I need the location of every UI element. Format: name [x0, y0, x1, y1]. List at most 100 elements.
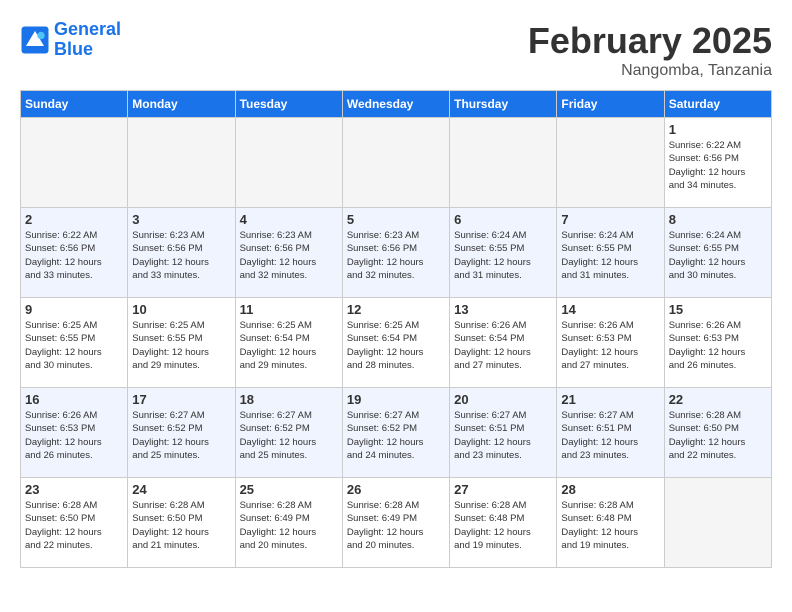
day-number: 22: [669, 392, 767, 407]
day-number: 21: [561, 392, 659, 407]
day-cell: 5Sunrise: 6:23 AM Sunset: 6:56 PM Daylig…: [342, 208, 449, 298]
day-info: Sunrise: 6:28 AM Sunset: 6:48 PM Dayligh…: [561, 499, 659, 552]
week-row-5: 23 Sunrise: 6:28 AM Sunset: 6:50 PM Dayli…: [21, 478, 772, 568]
day-number: 8: [669, 212, 767, 227]
col-header-wednesday: Wednesday: [342, 91, 449, 118]
day-info: Sunrise: 6:27 AM Sunset: 6:52 PM Dayligh…: [347, 409, 445, 462]
day-number: 14: [561, 302, 659, 317]
day-info: Sunrise: 6:23 AM Sunset: 6:56 PM Dayligh…: [132, 229, 230, 282]
day-info: Sunrise: 6:25 AM Sunset: 6:55 PM Dayligh…: [132, 319, 230, 372]
day-info: Sunrise: 6:27 AM Sunset: 6:52 PM Dayligh…: [240, 409, 338, 462]
day-info: Sunrise: 6:26 AM Sunset: 6:54 PM Dayligh…: [454, 319, 552, 372]
day-cell: 27 Sunrise: 6:28 AM Sunset: 6:48 PM Dayli…: [450, 478, 557, 568]
day-info: Sunrise: 6:28 AM Sunset: 6:49 PM Dayligh…: [240, 499, 338, 552]
day-number: 25: [240, 482, 338, 497]
day-cell: [235, 118, 342, 208]
day-number: 17: [132, 392, 230, 407]
day-number: 19: [347, 392, 445, 407]
month-title: February 2025: [528, 20, 772, 62]
day-cell: 28 Sunrise: 6:28 AM Sunset: 6:48 PM Dayli…: [557, 478, 664, 568]
col-header-friday: Friday: [557, 91, 664, 118]
day-info: Sunrise: 6:28 AM Sunset: 6:50 PM Dayligh…: [132, 499, 230, 552]
day-cell: 10 Sunrise: 6:25 AM Sunset: 6:55 PM Dayli…: [128, 298, 235, 388]
calendar-table: SundayMondayTuesdayWednesdayThursdayFrid…: [20, 90, 772, 568]
day-cell: [21, 118, 128, 208]
day-cell: 17 Sunrise: 6:27 AM Sunset: 6:52 PM Dayli…: [128, 388, 235, 478]
day-cell: 26 Sunrise: 6:28 AM Sunset: 6:49 PM Dayli…: [342, 478, 449, 568]
day-info: Sunrise: 6:28 AM Sunset: 6:50 PM Dayligh…: [25, 499, 123, 552]
day-cell: 13 Sunrise: 6:26 AM Sunset: 6:54 PM Dayli…: [450, 298, 557, 388]
week-row-4: 16 Sunrise: 6:26 AM Sunset: 6:53 PM Dayli…: [21, 388, 772, 478]
day-info: Sunrise: 6:27 AM Sunset: 6:51 PM Dayligh…: [561, 409, 659, 462]
day-number: 1: [669, 122, 767, 137]
day-cell: 11Sunrise: 6:25 AM Sunset: 6:54 PM Dayli…: [235, 298, 342, 388]
day-number: 15: [669, 302, 767, 317]
day-info: Sunrise: 6:25 AM Sunset: 6:54 PM Dayligh…: [347, 319, 445, 372]
col-header-thursday: Thursday: [450, 91, 557, 118]
logo-general: General: [54, 19, 121, 39]
week-row-2: 2 Sunrise: 6:22 AM Sunset: 6:56 PM Daylig…: [21, 208, 772, 298]
day-number: 6: [454, 212, 552, 227]
day-info: Sunrise: 6:27 AM Sunset: 6:51 PM Dayligh…: [454, 409, 552, 462]
week-row-1: 1 Sunrise: 6:22 AM Sunset: 6:56 PM Daylig…: [21, 118, 772, 208]
day-cell: 16 Sunrise: 6:26 AM Sunset: 6:53 PM Dayli…: [21, 388, 128, 478]
day-cell: [557, 118, 664, 208]
day-cell: 25 Sunrise: 6:28 AM Sunset: 6:49 PM Dayli…: [235, 478, 342, 568]
day-cell: 8 Sunrise: 6:24 AM Sunset: 6:55 PM Daylig…: [664, 208, 771, 298]
day-number: 3: [132, 212, 230, 227]
day-cell: 23 Sunrise: 6:28 AM Sunset: 6:50 PM Dayli…: [21, 478, 128, 568]
col-header-saturday: Saturday: [664, 91, 771, 118]
day-cell: 9Sunrise: 6:25 AM Sunset: 6:55 PM Daylig…: [21, 298, 128, 388]
day-cell: [342, 118, 449, 208]
day-info: Sunrise: 6:23 AM Sunset: 6:56 PM Dayligh…: [347, 229, 445, 282]
day-cell: 20 Sunrise: 6:27 AM Sunset: 6:51 PM Dayli…: [450, 388, 557, 478]
day-number: 23: [25, 482, 123, 497]
day-cell: 21 Sunrise: 6:27 AM Sunset: 6:51 PM Dayli…: [557, 388, 664, 478]
page-header: General Blue February 2025 Nangomba, Tan…: [20, 20, 772, 80]
day-number: 10: [132, 302, 230, 317]
col-header-monday: Monday: [128, 91, 235, 118]
day-info: Sunrise: 6:24 AM Sunset: 6:55 PM Dayligh…: [669, 229, 767, 282]
day-number: 26: [347, 482, 445, 497]
day-number: 16: [25, 392, 123, 407]
day-cell: 3 Sunrise: 6:23 AM Sunset: 6:56 PM Daylig…: [128, 208, 235, 298]
logo-icon: [20, 25, 50, 55]
day-number: 27: [454, 482, 552, 497]
day-cell: 6 Sunrise: 6:24 AM Sunset: 6:55 PM Daylig…: [450, 208, 557, 298]
day-cell: [664, 478, 771, 568]
day-cell: 22Sunrise: 6:28 AM Sunset: 6:50 PM Dayli…: [664, 388, 771, 478]
day-info: Sunrise: 6:28 AM Sunset: 6:48 PM Dayligh…: [454, 499, 552, 552]
day-info: Sunrise: 6:22 AM Sunset: 6:56 PM Dayligh…: [669, 139, 767, 192]
header-row: SundayMondayTuesdayWednesdayThursdayFrid…: [21, 91, 772, 118]
col-header-tuesday: Tuesday: [235, 91, 342, 118]
week-row-3: 9 Sunrise: 6:25 AM Sunset: 6:55 PM Daylig…: [21, 298, 772, 388]
day-info: Sunrise: 6:28 AM Sunset: 6:49 PM Dayligh…: [347, 499, 445, 552]
logo: General Blue: [20, 20, 121, 60]
day-info: Sunrise: 6:24 AM Sunset: 6:55 PM Dayligh…: [561, 229, 659, 282]
day-cell: 15Sunrise: 6:26 AM Sunset: 6:53 PM Dayli…: [664, 298, 771, 388]
day-cell: 1 Sunrise: 6:22 AM Sunset: 6:56 PM Daylig…: [664, 118, 771, 208]
day-cell: [128, 118, 235, 208]
day-number: 13: [454, 302, 552, 317]
day-cell: 14 Sunrise: 6:26 AM Sunset: 6:53 PM Dayli…: [557, 298, 664, 388]
day-number: 12: [347, 302, 445, 317]
day-cell: 7 Sunrise: 6:24 AM Sunset: 6:55 PM Daylig…: [557, 208, 664, 298]
day-cell: 2 Sunrise: 6:22 AM Sunset: 6:56 PM Daylig…: [21, 208, 128, 298]
logo-text: General Blue: [54, 20, 121, 60]
day-info: Sunrise: 6:26 AM Sunset: 6:53 PM Dayligh…: [25, 409, 123, 462]
day-info: Sunrise: 6:26 AM Sunset: 6:53 PM Dayligh…: [561, 319, 659, 372]
day-info: Sunrise: 6:24 AM Sunset: 6:55 PM Dayligh…: [454, 229, 552, 282]
day-cell: 18Sunrise: 6:27 AM Sunset: 6:52 PM Dayli…: [235, 388, 342, 478]
day-number: 2: [25, 212, 123, 227]
day-number: 9: [25, 302, 123, 317]
logo-blue: Blue: [54, 40, 121, 60]
day-number: 11: [240, 302, 338, 317]
day-cell: 4Sunrise: 6:23 AM Sunset: 6:56 PM Daylig…: [235, 208, 342, 298]
day-info: Sunrise: 6:23 AM Sunset: 6:56 PM Dayligh…: [240, 229, 338, 282]
day-number: 7: [561, 212, 659, 227]
day-info: Sunrise: 6:27 AM Sunset: 6:52 PM Dayligh…: [132, 409, 230, 462]
day-info: Sunrise: 6:22 AM Sunset: 6:56 PM Dayligh…: [25, 229, 123, 282]
day-cell: 19 Sunrise: 6:27 AM Sunset: 6:52 PM Dayli…: [342, 388, 449, 478]
day-number: 28: [561, 482, 659, 497]
day-number: 20: [454, 392, 552, 407]
